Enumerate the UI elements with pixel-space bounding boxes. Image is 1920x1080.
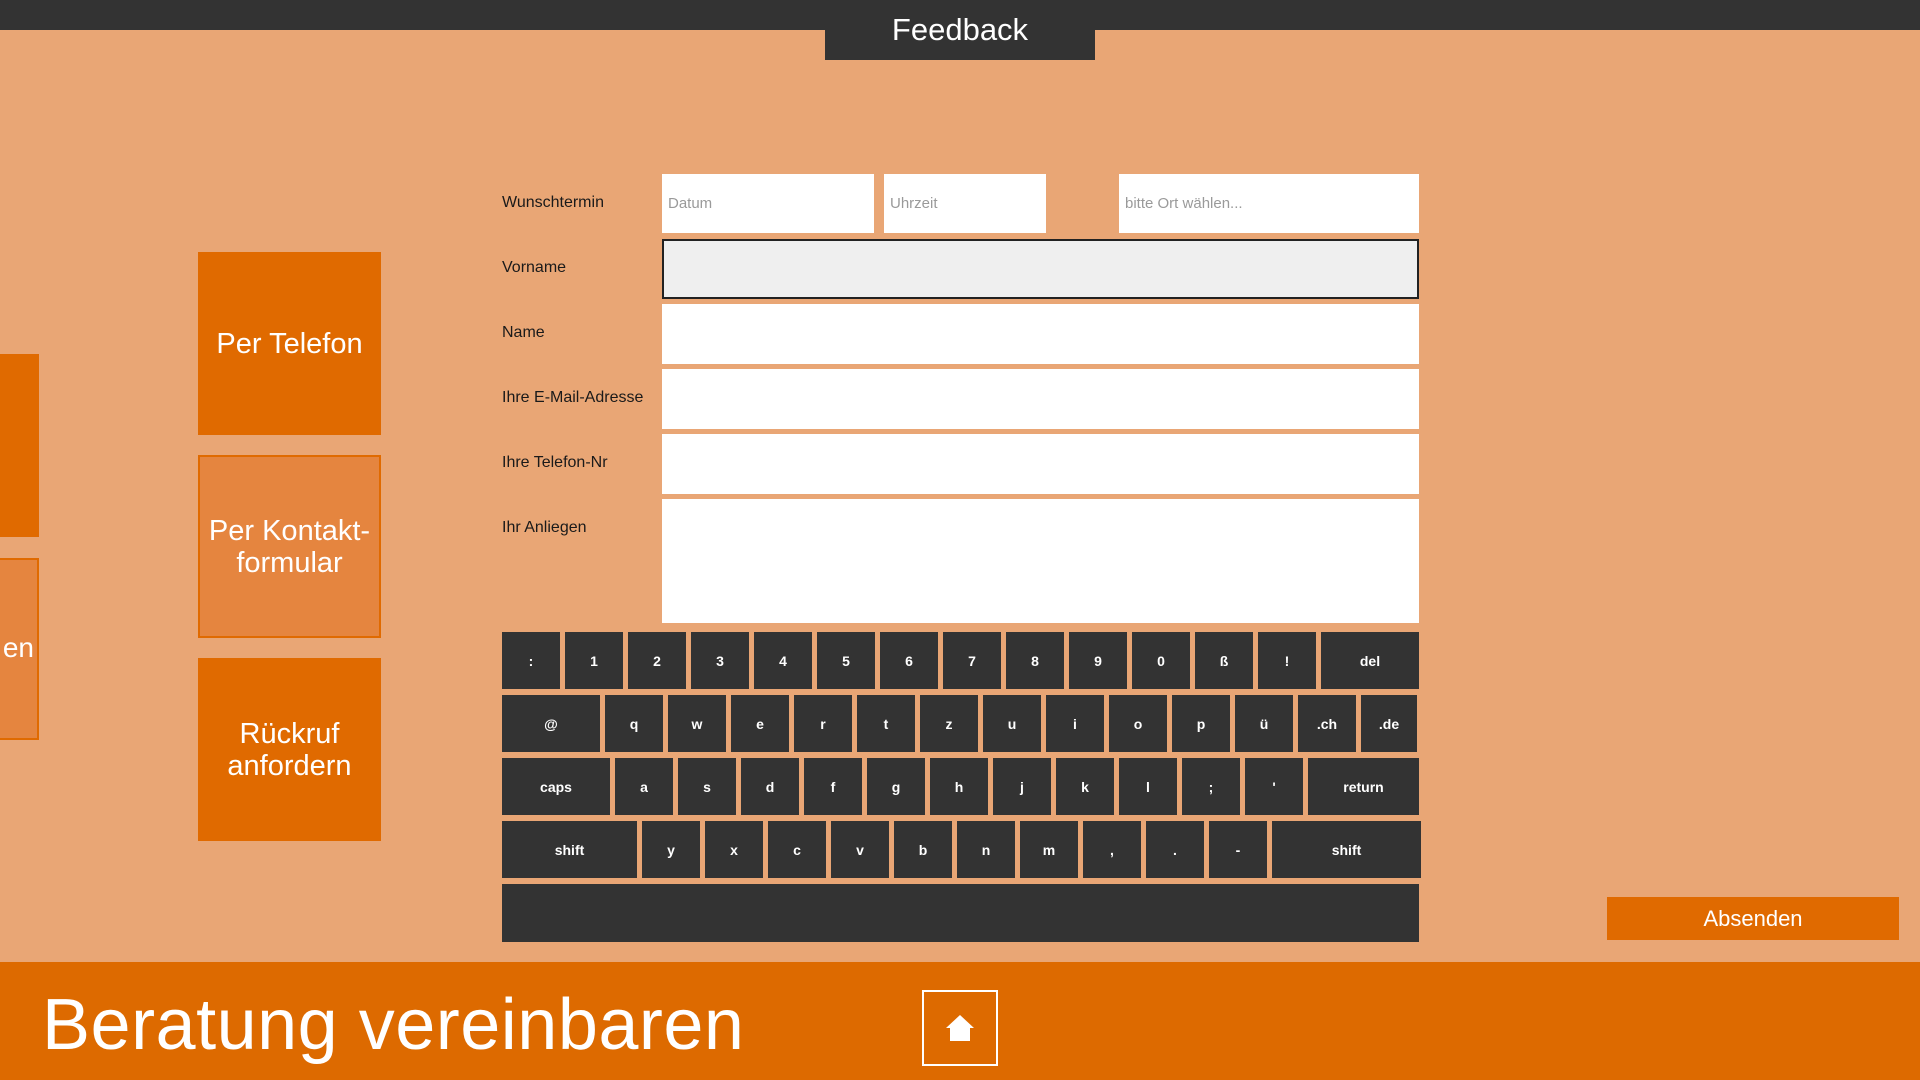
key-at[interactable]: @ (502, 695, 600, 752)
key-a[interactable]: a (615, 758, 673, 815)
key-o[interactable]: o (1109, 695, 1167, 752)
key-b[interactable]: b (894, 821, 952, 878)
key-w[interactable]: w (668, 695, 726, 752)
key-1[interactable]: 1 (565, 632, 623, 689)
key-c[interactable]: c (768, 821, 826, 878)
key-i[interactable]: i (1046, 695, 1104, 752)
key-return[interactable]: return (1308, 758, 1419, 815)
key-l[interactable]: l (1119, 758, 1177, 815)
key-n[interactable]: n (957, 821, 1015, 878)
footer-bar: Beratung vereinbaren (0, 962, 1920, 1080)
keyboard-row-2: @ q w e r t z u i o p ü .ch .de (502, 695, 1417, 752)
email-label: Ihre E-Mail-Adresse (502, 389, 644, 406)
key-shift-left[interactable]: shift (502, 821, 637, 878)
submit-button[interactable]: Absenden (1607, 897, 1899, 940)
key-d[interactable]: d (741, 758, 799, 815)
keyboard-row-4: shift y x c v b n m , . - shift (502, 821, 1421, 878)
home-icon (946, 1015, 974, 1041)
key-period[interactable]: . (1146, 821, 1204, 878)
key-8[interactable]: 8 (1006, 632, 1064, 689)
key-x[interactable]: x (705, 821, 763, 878)
key-k[interactable]: k (1056, 758, 1114, 815)
key-z[interactable]: z (920, 695, 978, 752)
key-f[interactable]: f (804, 758, 862, 815)
telefon-input[interactable] (662, 434, 1419, 494)
key-ue[interactable]: ü (1235, 695, 1293, 752)
keyboard-row-1: : 1 2 3 4 5 6 7 8 9 0 ß ! del (502, 632, 1419, 689)
partial-option-label: en (2, 632, 34, 663)
name-label: Name (502, 324, 545, 341)
key-v[interactable]: v (831, 821, 889, 878)
vorname-input[interactable] (662, 239, 1419, 299)
key-apostrophe[interactable]: ' (1245, 758, 1303, 815)
key-j[interactable]: j (993, 758, 1051, 815)
partial-option-tile[interactable] (0, 354, 39, 537)
key-s[interactable]: s (678, 758, 736, 815)
key-5[interactable]: 5 (817, 632, 875, 689)
key-h[interactable]: h (930, 758, 988, 815)
key-e[interactable]: e (731, 695, 789, 752)
key-y[interactable]: y (642, 821, 700, 878)
key-dot-ch[interactable]: .ch (1298, 695, 1356, 752)
key-semicolon[interactable]: ; (1182, 758, 1240, 815)
key-comma[interactable]: , (1083, 821, 1141, 878)
key-7[interactable]: 7 (943, 632, 1001, 689)
telefon-label: Ihre Telefon-Nr (502, 454, 608, 471)
key-2[interactable]: 2 (628, 632, 686, 689)
keyboard-row-3: caps a s d f g h j k l ; ' return (502, 758, 1419, 815)
home-button[interactable] (922, 990, 998, 1066)
key-exclamation[interactable]: ! (1258, 632, 1316, 689)
option-per-telefon[interactable]: Per Telefon (198, 252, 381, 435)
key-q[interactable]: q (605, 695, 663, 752)
feedback-tab[interactable]: Feedback (825, 0, 1095, 60)
email-input[interactable] (662, 369, 1419, 429)
option-per-kontaktformular[interactable]: Per Kontakt- formular (198, 455, 381, 638)
key-caps[interactable]: caps (502, 758, 610, 815)
key-shift-right[interactable]: shift (1272, 821, 1421, 878)
option-rueckruf-anfordern[interactable]: Rückruf anfordern (198, 658, 381, 841)
page-title: Beratung vereinbaren (42, 985, 745, 1065)
name-input[interactable] (662, 304, 1419, 364)
key-hyphen[interactable]: - (1209, 821, 1267, 878)
key-4[interactable]: 4 (754, 632, 812, 689)
key-3[interactable]: 3 (691, 632, 749, 689)
wunschtermin-label: Wunschtermin (502, 194, 604, 211)
anliegen-label: Ihr Anliegen (502, 519, 587, 536)
key-r[interactable]: r (794, 695, 852, 752)
key-0[interactable]: 0 (1132, 632, 1190, 689)
vorname-label: Vorname (502, 259, 567, 276)
key-6[interactable]: 6 (880, 632, 938, 689)
key-m[interactable]: m (1020, 821, 1078, 878)
uhrzeit-input[interactable] (884, 174, 1046, 233)
key-colon[interactable]: : (502, 632, 560, 689)
ort-select[interactable] (1119, 174, 1419, 233)
anliegen-textarea[interactable] (662, 499, 1419, 623)
key-space[interactable] (502, 884, 1419, 942)
key-dot-de[interactable]: .de (1361, 695, 1417, 752)
key-eszett[interactable]: ß (1195, 632, 1253, 689)
key-t[interactable]: t (857, 695, 915, 752)
key-u[interactable]: u (983, 695, 1041, 752)
key-g[interactable]: g (867, 758, 925, 815)
key-p[interactable]: p (1172, 695, 1230, 752)
partial-option-tile-2[interactable]: en (0, 558, 39, 740)
key-9[interactable]: 9 (1069, 632, 1127, 689)
datum-input[interactable] (662, 174, 874, 233)
key-delete[interactable]: del (1321, 632, 1419, 689)
